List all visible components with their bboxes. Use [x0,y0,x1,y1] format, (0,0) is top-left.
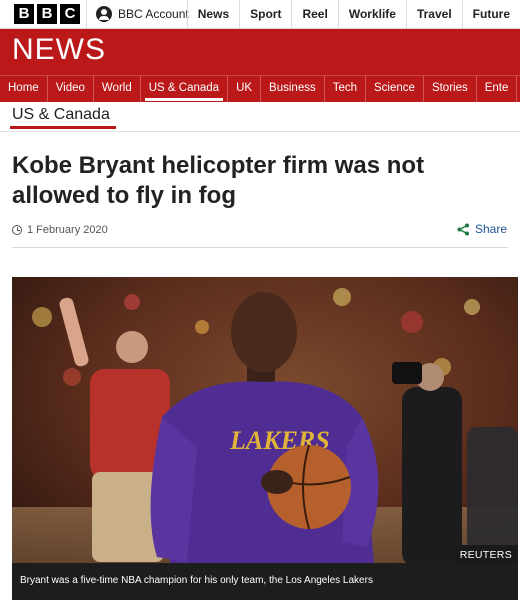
section-nav: Home Video World US & Canada UK Business… [0,75,520,102]
news-banner: NEWS [0,29,520,75]
photo-caption: Bryant was a five-time NBA champion for … [12,563,518,600]
section-nav-business[interactable]: Business [261,76,325,102]
photo-illustration: LAKERS [12,277,518,600]
meta-divider [12,247,508,248]
bbc-logo[interactable]: B B C [14,4,80,24]
article-date: 1 February 2020 [27,224,108,236]
section-title[interactable]: US & Canada [12,106,110,124]
bbc-top-bar: B B C BBC Account News Sport Reel Workli… [0,0,520,29]
section-nav-tech[interactable]: Tech [325,76,367,102]
account-label: BBC Account [118,7,189,21]
top-nav-future[interactable]: Future [461,0,520,29]
share-icon [457,223,469,235]
section-nav-science[interactable]: Science [366,76,424,102]
news-logo[interactable]: NEWS [12,33,106,67]
top-nav-news[interactable]: News [186,0,239,29]
top-nav: News Sport Reel Worklife Travel Future [186,0,520,29]
top-nav-worklife[interactable]: Worklife [337,0,406,29]
share-button[interactable]: Share [457,222,507,236]
share-label: Share [474,222,507,236]
article-headline: Kobe Bryant helicopter firm was not allo… [12,152,425,209]
account-link[interactable]: BBC Account [96,6,189,22]
clock-icon [12,225,22,235]
section-underline [10,126,116,129]
article-photo: LAKERS REUTERS Bryant was a five-time NB… [12,277,518,600]
section-nav-entertainment[interactable]: Ente [477,76,518,102]
section-nav-home[interactable]: Home [0,76,48,102]
photo-credit: REUTERS [453,545,518,565]
section-nav-stories[interactable]: Stories [424,76,477,102]
top-nav-sport[interactable]: Sport [239,0,291,29]
logo-letter-2: B [37,4,57,24]
article-meta: 1 February 2020 [12,224,108,236]
section-nav-video[interactable]: Video [48,76,94,102]
logo-letter-1: B [14,4,34,24]
account-icon [96,6,112,22]
top-nav-travel[interactable]: Travel [405,0,462,29]
top-nav-reel[interactable]: Reel [291,0,337,29]
section-divider [0,131,520,132]
section-nav-us-canada[interactable]: US & Canada [141,76,229,102]
topbar-divider [86,0,87,29]
section-nav-world[interactable]: World [94,76,141,102]
logo-letter-3: C [60,4,80,24]
section-nav-uk[interactable]: UK [228,76,262,102]
